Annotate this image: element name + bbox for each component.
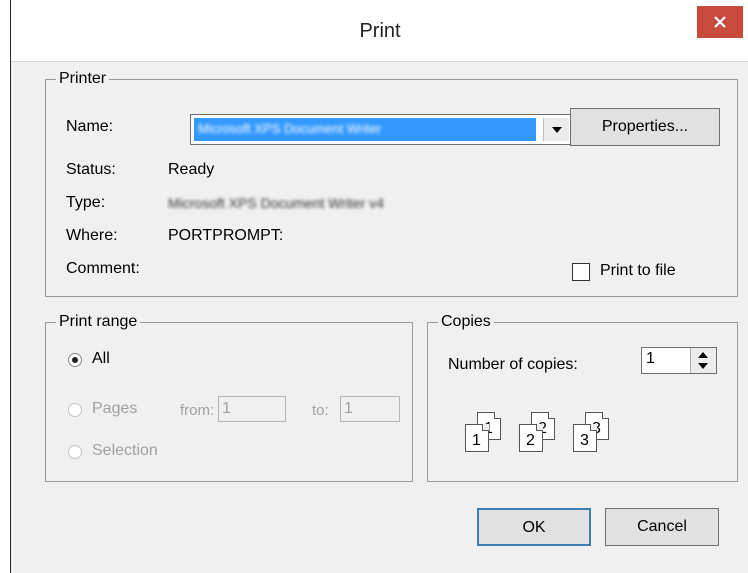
copies-group-label: Copies xyxy=(438,312,494,332)
all-radio[interactable] xyxy=(68,353,82,367)
chevron-down-icon xyxy=(552,127,562,133)
printer-name-selected: Microsoft XPS Document Writer xyxy=(194,118,536,141)
spinner-down-icon[interactable] xyxy=(698,363,708,369)
from-label: from: xyxy=(180,402,215,419)
print-dialog: Print Printer Name: Microsoft XPS Docume… xyxy=(10,0,748,573)
status-value: Ready xyxy=(168,161,215,178)
ok-button[interactable]: OK xyxy=(477,508,591,546)
print-range-group-label: Print range xyxy=(56,312,141,332)
all-label[interactable]: All xyxy=(92,350,110,368)
selection-radio[interactable] xyxy=(68,445,82,459)
printer-group: Printer Name: Microsoft XPS Document Wri… xyxy=(45,69,738,297)
collate-page-number: 2 xyxy=(526,432,535,449)
to-input[interactable]: 1 xyxy=(340,396,400,422)
title-bar[interactable]: Print xyxy=(11,0,748,62)
to-label: to: xyxy=(312,402,329,419)
printer-group-label: Printer xyxy=(56,69,110,89)
dropdown-button[interactable] xyxy=(543,118,569,141)
where-label: Where: xyxy=(66,227,118,244)
collate-illustration: 1 1 2 2 3 3 xyxy=(457,410,627,460)
name-label: Name: xyxy=(66,118,114,135)
print-range-group: Print range All Pages from: 1 to: 1 Sele… xyxy=(45,312,413,482)
number-of-copies-label: Number of copies: xyxy=(448,356,578,373)
collate-page-number: 1 xyxy=(472,432,481,449)
type-label: Type: xyxy=(66,194,106,211)
close-icon xyxy=(714,16,726,28)
comment-label: Comment: xyxy=(66,260,140,277)
collate-page-number: 3 xyxy=(580,432,589,449)
printer-name-value: Microsoft XPS Document Writer xyxy=(198,121,382,136)
printer-name-select[interactable]: Microsoft XPS Document Writer xyxy=(190,114,572,145)
pages-label[interactable]: Pages xyxy=(92,400,137,418)
close-button[interactable] xyxy=(697,6,743,38)
copies-spinner[interactable]: 1 xyxy=(641,347,717,374)
collate-page-icon: 3 xyxy=(573,424,597,452)
where-value: PORTPROMPT: xyxy=(168,227,284,244)
collate-page-icon: 1 xyxy=(465,424,489,452)
cancel-button[interactable]: Cancel xyxy=(605,508,719,546)
copies-value: 1 xyxy=(646,350,655,367)
status-label: Status: xyxy=(66,161,116,178)
selection-label[interactable]: Selection xyxy=(92,442,158,460)
collate-page-icon: 2 xyxy=(519,424,543,452)
pages-radio[interactable] xyxy=(68,403,82,417)
type-value: Microsoft XPS Document Writer v4 xyxy=(168,195,385,211)
print-to-file-label[interactable]: Print to file xyxy=(600,262,676,280)
window-title: Print xyxy=(359,20,401,42)
print-to-file-checkbox[interactable] xyxy=(572,263,590,281)
spinner-buttons[interactable] xyxy=(690,348,716,373)
from-input[interactable]: 1 xyxy=(218,396,286,422)
properties-button[interactable]: Properties... xyxy=(570,108,720,146)
spinner-up-icon[interactable] xyxy=(698,352,708,358)
